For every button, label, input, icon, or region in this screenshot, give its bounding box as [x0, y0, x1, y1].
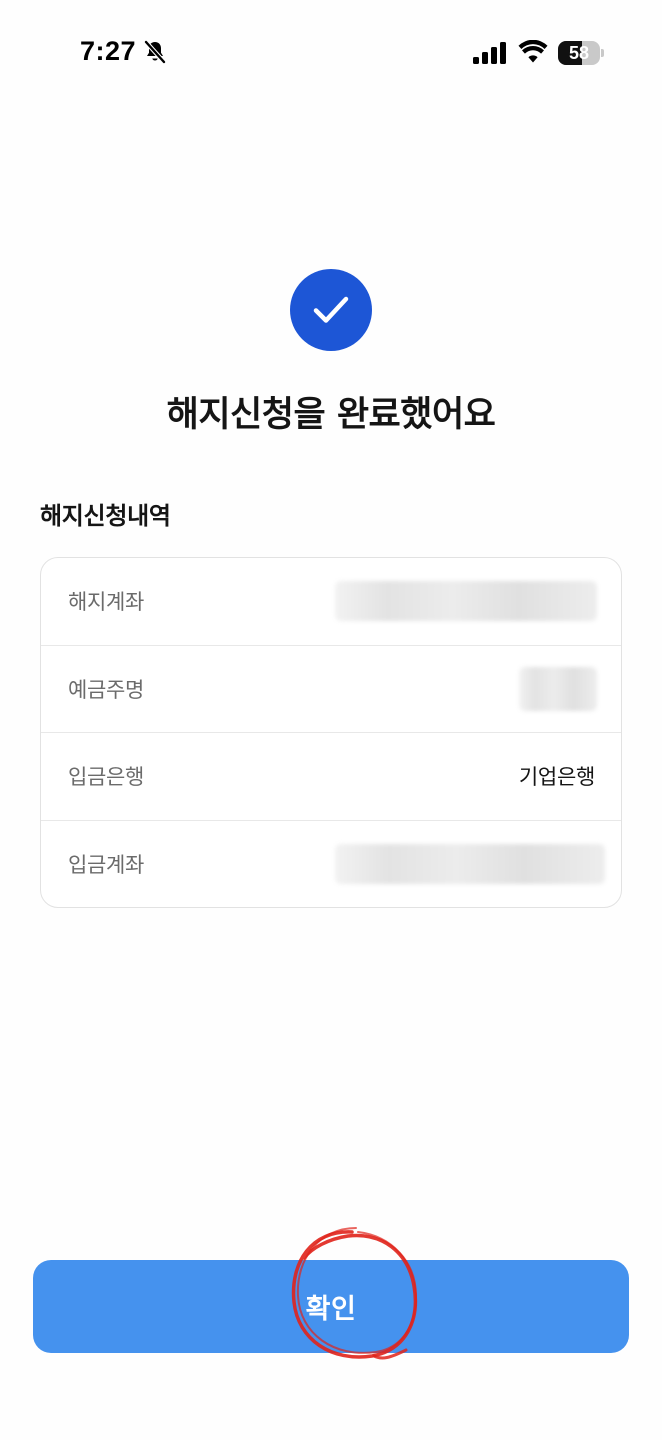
- battery-body: 58: [558, 41, 600, 65]
- detail-row-account-holder: 예금주명: [41, 646, 621, 733]
- screen: 7:27 58 해지신청을 완료했어요 해지신청내역 해지계좌 예금주명 입금은…: [0, 0, 662, 1440]
- detail-label: 해지계좌: [68, 590, 145, 615]
- detail-value: 기업은행: [518, 765, 595, 790]
- status-bar: 7:27 58: [0, 0, 662, 100]
- section-title: 해지신청내역: [40, 502, 171, 530]
- battery-level: 58: [568, 43, 590, 63]
- masked-value: [335, 581, 597, 622]
- battery-icon: 58: [558, 41, 604, 65]
- masked-value: [335, 844, 605, 885]
- bell-slash-icon: [143, 39, 167, 65]
- page-title: 해지신청을 완료했어요: [166, 395, 496, 435]
- status-time: 7:27: [80, 36, 137, 66]
- confirm-button[interactable]: 확인: [33, 1260, 629, 1353]
- battery-cap: [601, 49, 604, 57]
- detail-label: 예금주명: [68, 677, 145, 702]
- detail-row-deposit-bank: 입금은행 기업은행: [41, 733, 621, 821]
- detail-label: 입금은행: [68, 765, 145, 790]
- detail-row-deposit-account: 입금계좌: [41, 821, 621, 908]
- detail-row-termination-account: 해지계좌: [41, 558, 621, 646]
- checkmark-icon: [290, 269, 372, 351]
- wifi-icon: [518, 40, 548, 63]
- confirm-button-label: 확인: [305, 1294, 357, 1325]
- cellular-signal-icon: [473, 42, 506, 64]
- detail-label: 입금계좌: [68, 853, 145, 878]
- details-card: 해지계좌 예금주명 입금은행 기업은행 입금계좌: [40, 557, 622, 908]
- masked-value: [519, 666, 597, 711]
- time-group: 7:27: [80, 36, 167, 67]
